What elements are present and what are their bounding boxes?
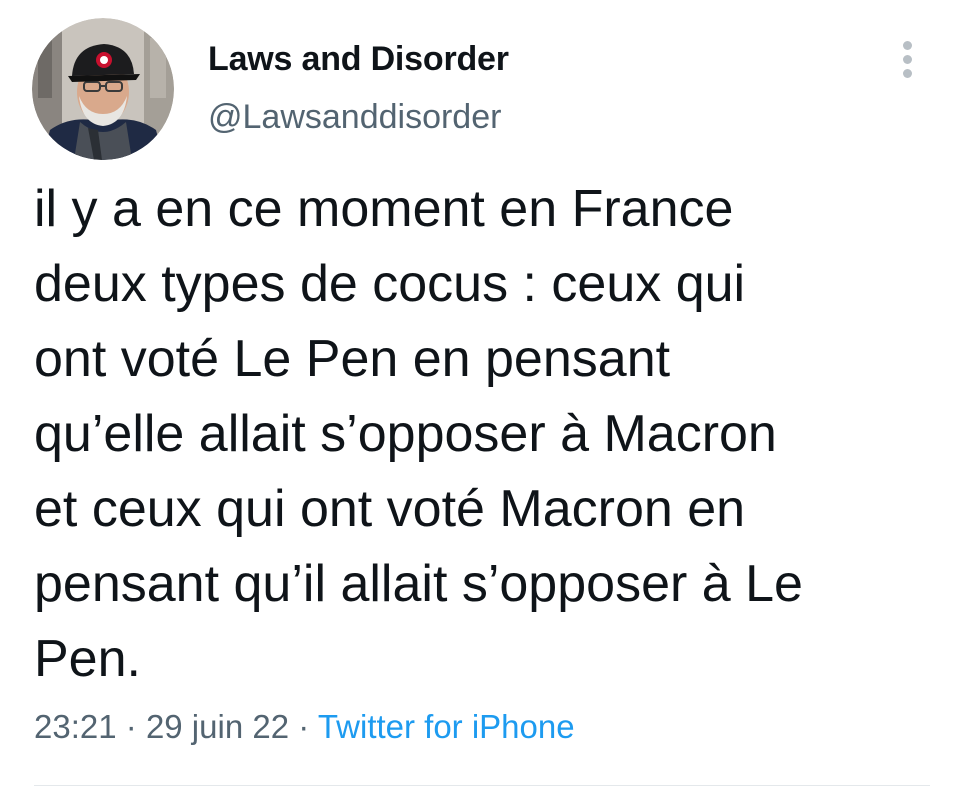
more-vertical-icon-dot-2 — [902, 54, 912, 64]
tweet-metadata: 23:21 · 29 juin 22 · Twitter for iPhone — [34, 708, 575, 746]
author-handle[interactable]: @Lawsanddisorder — [208, 98, 501, 137]
tweet-source-link[interactable]: Twitter for iPhone — [318, 708, 575, 745]
tweet-text-line: ont voté Le Pen en pensant — [34, 330, 671, 388]
more-options-button[interactable] — [890, 36, 924, 82]
divider — [34, 785, 930, 786]
tweet-date[interactable]: 29 juin 22 — [146, 708, 289, 745]
more-vertical-icon-dot-3 — [902, 68, 912, 78]
meta-separator: · — [298, 708, 310, 745]
tweet-card: Laws and Disorder @Lawsanddisorder il y … — [0, 0, 960, 798]
meta-separator: · — [125, 708, 137, 745]
tweet-text-line: Pen. — [34, 630, 141, 688]
avatar[interactable] — [32, 18, 174, 160]
tweet-text-line: deux types de cocus : ceux qui — [34, 255, 746, 313]
tweet-time[interactable]: 23:21 — [34, 708, 117, 745]
tweet-text-line: qu’elle allait s’opposer à Macron — [34, 405, 777, 463]
avatar-photo-icon — [32, 18, 174, 160]
tweet-text-line: il y a en ce moment en France — [34, 180, 734, 238]
tweet-text-line: pensant qu’il allait s’opposer à Le — [34, 555, 803, 613]
tweet-text-line: et ceux qui ont voté Macron en — [34, 480, 746, 538]
more-vertical-icon — [902, 40, 912, 50]
tweet-text: il y a en ce moment en France deux types… — [34, 172, 934, 697]
author-display-name[interactable]: Laws and Disorder — [208, 40, 509, 79]
